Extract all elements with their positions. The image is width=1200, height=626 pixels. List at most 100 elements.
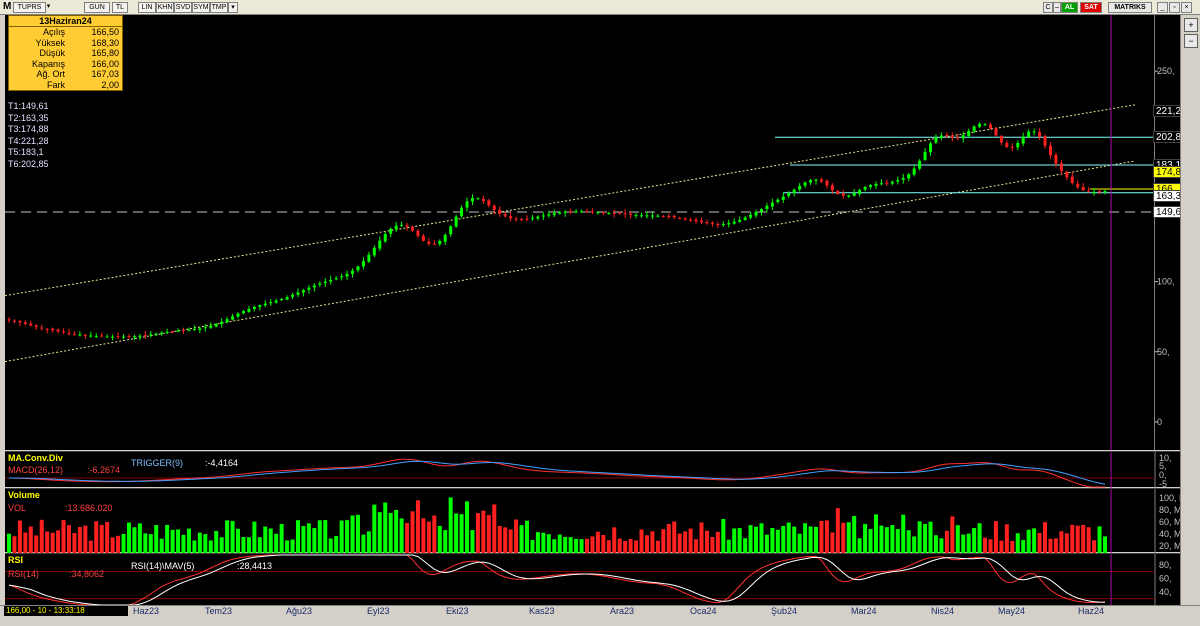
candle[interactable] — [394, 221, 398, 232]
volume-bar[interactable] — [170, 529, 175, 553]
candle[interactable] — [1021, 132, 1025, 147]
volume-bar[interactable] — [383, 502, 388, 553]
candle[interactable] — [869, 184, 873, 190]
candle[interactable] — [710, 221, 714, 227]
zoom-out-icon[interactable]: − — [1184, 34, 1198, 48]
volume-bar[interactable] — [786, 522, 791, 553]
candle[interactable] — [1070, 172, 1074, 185]
candle[interactable] — [678, 216, 682, 220]
volume-bar[interactable] — [475, 513, 480, 553]
candle[interactable] — [612, 209, 616, 218]
candle[interactable] — [241, 309, 245, 315]
candle[interactable] — [776, 198, 780, 204]
volume-bar[interactable] — [721, 519, 726, 553]
volume-bar[interactable] — [732, 528, 737, 553]
candle[interactable] — [274, 298, 278, 304]
candle[interactable] — [165, 328, 169, 335]
candle[interactable] — [672, 214, 676, 220]
candle[interactable] — [874, 181, 878, 190]
volume-bar[interactable] — [1053, 538, 1058, 553]
volume-bar[interactable] — [715, 531, 720, 553]
volume-bar[interactable] — [1043, 522, 1048, 553]
svd-button[interactable]: SVD — [174, 2, 192, 13]
candle[interactable] — [847, 194, 851, 199]
volume-bar[interactable] — [334, 535, 339, 553]
candle[interactable] — [1103, 189, 1107, 195]
candle[interactable] — [918, 159, 922, 171]
minimize-icon[interactable]: _ — [1157, 2, 1168, 13]
volume-bar[interactable] — [366, 531, 371, 553]
volume-bar[interactable] — [754, 526, 759, 553]
volume-bar[interactable] — [977, 523, 982, 553]
volume-bar[interactable] — [655, 540, 660, 553]
candle[interactable] — [181, 327, 185, 335]
volume-bar[interactable] — [470, 530, 475, 553]
volume-bar[interactable] — [546, 534, 551, 553]
candle[interactable] — [12, 319, 16, 324]
candle[interactable] — [67, 328, 71, 336]
candle[interactable] — [525, 215, 529, 222]
candle[interactable] — [732, 218, 736, 225]
volume-bar[interactable] — [350, 515, 355, 553]
volume-bar[interactable] — [830, 532, 835, 553]
candle[interactable] — [236, 312, 240, 319]
volume-bar[interactable] — [415, 500, 420, 553]
candle[interactable] — [907, 172, 911, 182]
candle[interactable] — [432, 239, 436, 246]
candle[interactable] — [541, 212, 545, 220]
volume-bar[interactable] — [612, 527, 617, 553]
volume-bar[interactable] — [868, 528, 873, 553]
volume-bar[interactable] — [301, 526, 306, 553]
volume-bar[interactable] — [530, 539, 535, 553]
candle[interactable] — [988, 122, 992, 130]
volume-bar[interactable] — [426, 521, 431, 553]
candle[interactable] — [656, 214, 660, 218]
volume-bar[interactable] — [306, 523, 311, 553]
candle[interactable] — [89, 331, 93, 338]
candle[interactable] — [498, 206, 502, 217]
volume-bar[interactable] — [1032, 528, 1037, 553]
period-button[interactable]: GUN — [84, 2, 110, 13]
candle[interactable] — [912, 165, 916, 177]
volume-bar[interactable] — [944, 530, 949, 553]
candle[interactable] — [351, 268, 355, 278]
volume-bar[interactable] — [1097, 526, 1102, 553]
candle[interactable] — [667, 213, 671, 220]
volume-bar[interactable] — [1026, 529, 1031, 553]
candle[interactable] — [258, 304, 262, 311]
candle[interactable] — [650, 212, 654, 220]
candle[interactable] — [858, 188, 862, 197]
volume-bar[interactable] — [405, 523, 410, 553]
candle[interactable] — [585, 208, 589, 213]
volume-bar[interactable] — [50, 532, 55, 553]
volume-bar[interactable] — [219, 537, 224, 553]
volume-bar[interactable] — [710, 537, 715, 553]
volume-bar[interactable] — [814, 526, 819, 553]
candle[interactable] — [334, 275, 338, 281]
volume-bar[interactable] — [824, 520, 829, 553]
buy-button[interactable]: AL — [1061, 2, 1078, 13]
candle[interactable] — [798, 183, 802, 192]
candle[interactable] — [400, 221, 404, 228]
volume-bar[interactable] — [579, 539, 584, 553]
volume-bar[interactable] — [268, 528, 273, 553]
candle[interactable] — [879, 179, 883, 186]
volume-bar[interactable] — [666, 523, 671, 553]
candle[interactable] — [296, 288, 300, 298]
volume-bar[interactable] — [650, 531, 655, 553]
candle[interactable] — [536, 215, 540, 221]
volume-bar[interactable] — [410, 511, 415, 553]
candle[interactable] — [209, 322, 213, 329]
volume-bar[interactable] — [950, 516, 955, 553]
volume-bar[interactable] — [704, 530, 709, 553]
volume-bar[interactable] — [1037, 533, 1042, 553]
candle[interactable] — [967, 128, 971, 139]
volume-bar[interactable] — [121, 533, 126, 553]
candle[interactable] — [383, 231, 387, 243]
volume-bar[interactable] — [519, 525, 524, 553]
candle[interactable] — [198, 327, 202, 334]
volume-bar[interactable] — [764, 534, 769, 553]
volume-bar[interactable] — [257, 537, 262, 553]
volume-bar[interactable] — [181, 534, 186, 553]
candle[interactable] — [154, 332, 158, 337]
